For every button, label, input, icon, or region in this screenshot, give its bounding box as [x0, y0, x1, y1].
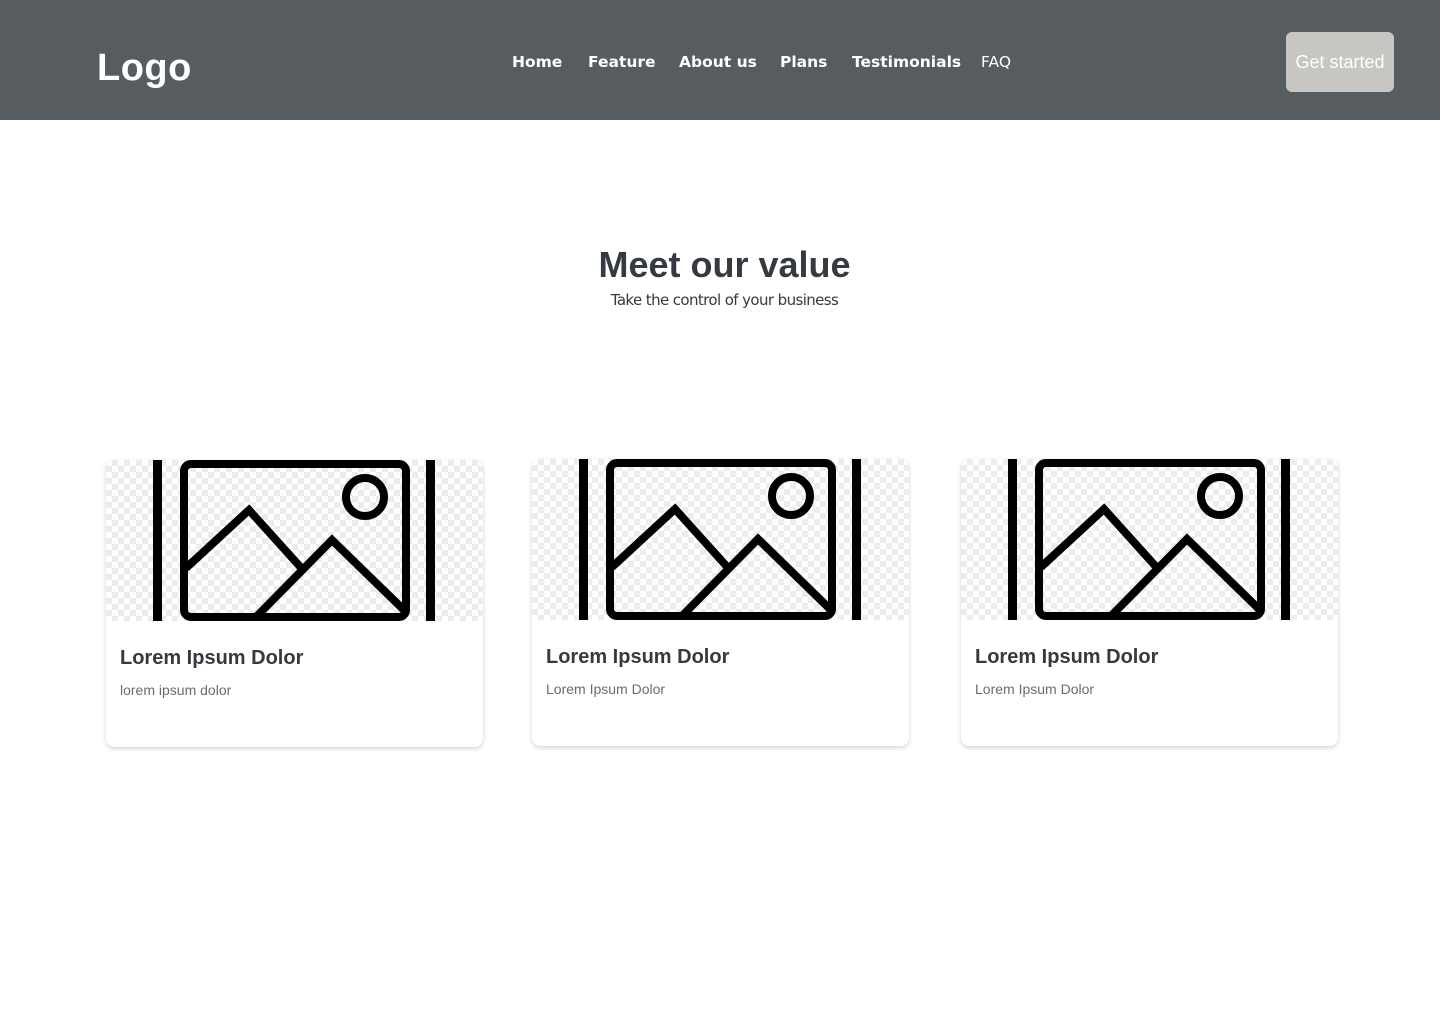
- card-title: Lorem Ipsum Dolor: [546, 646, 730, 668]
- nav-link-faq[interactable]: FAQ: [981, 52, 1011, 72]
- get-started-button[interactable]: Get started: [1286, 32, 1394, 92]
- section-title: Meet our value: [598, 244, 851, 285]
- card-text: lorem ipsum dolor: [120, 682, 232, 698]
- card-title: Lorem Ipsum Dolor: [975, 646, 1159, 668]
- value-card[interactable]: Lorem Ipsum Dolor Lorem Ipsum Dolor: [961, 459, 1338, 746]
- value-card[interactable]: Lorem Ipsum Dolor lorem ipsum dolor: [106, 460, 483, 747]
- nav-link-plans[interactable]: Plans: [780, 52, 827, 72]
- nav-link-home[interactable]: Home: [512, 52, 562, 72]
- nav-link-feature[interactable]: Feature: [588, 52, 656, 72]
- nav-link-testimonials[interactable]: Testimonials: [852, 52, 961, 72]
- card-image: [106, 460, 483, 621]
- logo[interactable]: Logo: [97, 46, 192, 90]
- nav-link-about-us[interactable]: About us: [679, 52, 757, 72]
- image-placeholder-icon: [1008, 459, 1290, 620]
- card-text: Lorem Ipsum Dolor: [975, 681, 1095, 697]
- card-image: [961, 459, 1338, 620]
- card-title: Lorem Ipsum Dolor: [120, 647, 304, 669]
- site-header: Logo Home Feature About us Plans Testimo…: [0, 0, 1440, 120]
- value-card[interactable]: Lorem Ipsum Dolor Lorem Ipsum Dolor: [532, 459, 909, 746]
- image-placeholder-icon: [153, 460, 435, 621]
- card-image: [532, 459, 909, 620]
- card-text: Lorem Ipsum Dolor: [546, 681, 666, 697]
- section-subtitle: Take the control of your business: [610, 291, 839, 309]
- image-placeholder-icon: [579, 459, 861, 620]
